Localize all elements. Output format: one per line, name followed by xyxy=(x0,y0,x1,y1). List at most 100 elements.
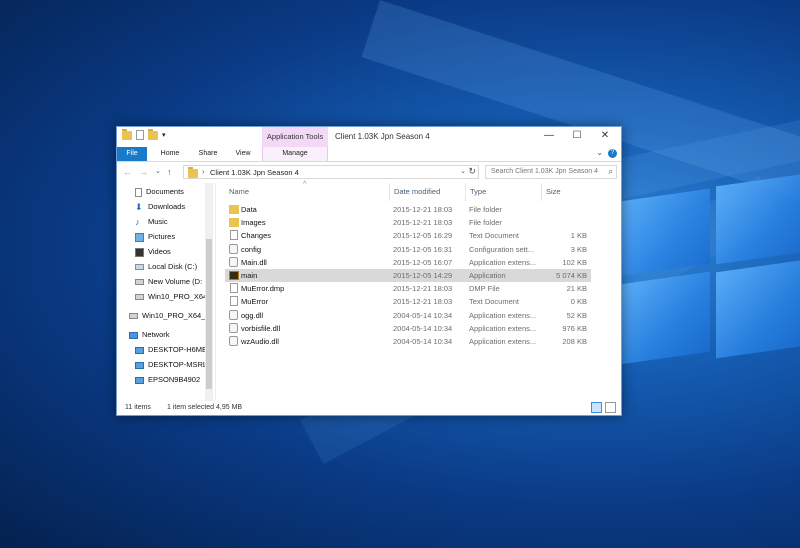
column-header-name[interactable]: Name xyxy=(229,183,389,201)
file-row[interactable]: vorbisfile.dll 2004-05-14 10:34 Applicatio… xyxy=(225,322,591,335)
selection-info: 1 item selected 4,95 MB xyxy=(167,404,243,411)
file-name: config xyxy=(241,244,262,254)
recent-locations-button[interactable]: ⌄ xyxy=(155,166,161,178)
nav-item-downloads[interactable]: ⬇ Downloads xyxy=(135,200,185,214)
file-type: Configuration sett... xyxy=(469,244,535,254)
file-type: Application extens... xyxy=(469,257,537,267)
forward-button[interactable]: → xyxy=(139,166,148,178)
file-date: 2004-05-14 10:34 xyxy=(393,337,453,346)
folder-icon xyxy=(122,128,132,140)
file-name: main xyxy=(241,271,258,280)
file-list-pane: ^ Name Date modified Type Size Data 2015-… xyxy=(217,181,621,401)
minimize-button[interactable]: — xyxy=(535,129,563,143)
file-type: Text Document xyxy=(469,297,520,307)
large-icons-view-button[interactable] xyxy=(605,402,616,413)
file-row[interactable]: Images 2015-12-21 18:03 File folder xyxy=(225,216,591,229)
ribbon-tabs: File Home Share View Manage ⌄ ? xyxy=(117,147,621,162)
address-row: ← → ⌄ ↑ › Client 1.03K Jpn Season 4 ⌄ ↻ … xyxy=(117,164,621,180)
nav-item-desktop-h6me[interactable]: DESKTOP-H6ME xyxy=(135,343,207,357)
pictures-icon xyxy=(135,232,144,242)
maximize-button[interactable]: ☐ xyxy=(563,129,591,143)
dll-icon xyxy=(229,309,238,320)
nav-item-videos[interactable]: Videos xyxy=(135,245,171,259)
config-file-icon xyxy=(229,243,238,254)
address-path: Client 1.03K Jpn Season 4 xyxy=(210,168,299,177)
navigation-pane: Documents ⬇ Downloads ♪ Music Pictures Vid… xyxy=(117,183,216,401)
file-row[interactable]: Main.dll 2015-12-05 16:07 Application exte… xyxy=(225,256,591,269)
usb-drive-icon xyxy=(129,313,138,320)
computer-icon xyxy=(135,361,144,369)
column-header-type[interactable]: Type xyxy=(465,183,540,201)
nav-item-win10-pro-usb[interactable]: Win10_PRO_X64_N xyxy=(129,309,211,323)
file-type: File folder xyxy=(469,205,502,214)
window-title: Client 1.03K Jpn Season 4 xyxy=(335,132,430,141)
close-button[interactable]: ✕ xyxy=(591,129,619,143)
nav-item-local-disk[interactable]: Local Disk (C:) xyxy=(135,260,197,274)
refresh-button[interactable]: ↻ xyxy=(468,166,476,177)
search-input[interactable]: Search Client 1.03K Jpn Season 4 ⌕ xyxy=(485,165,617,179)
nav-item-pictures[interactable]: Pictures xyxy=(135,230,175,244)
file-row[interactable]: config 2015-12-05 16:31 Configuration sett… xyxy=(225,243,591,256)
documents-icon xyxy=(135,187,142,197)
file-row[interactable]: ogg.dll 2004-05-14 10:34 Application exten… xyxy=(225,309,591,322)
file-name: Main.dll xyxy=(241,257,267,267)
file-size: 1 KB xyxy=(570,231,587,241)
file-size: 5 074 KB xyxy=(556,271,587,280)
disk-icon xyxy=(135,264,144,271)
tab-manage[interactable]: Manage xyxy=(262,147,328,161)
file-row[interactable]: MuError.dmp 2015-12-21 18:03 DMP File 21 KB xyxy=(225,282,591,295)
properties-icon[interactable] xyxy=(136,130,144,140)
file-date: 2015-12-21 18:03 xyxy=(393,205,453,214)
title-bar: ▾ Application Tools Client 1.03K Jpn Sea… xyxy=(117,127,621,147)
file-date: 2015-12-05 16:07 xyxy=(393,257,453,267)
file-date: 2004-05-14 10:34 xyxy=(393,310,453,320)
status-bar: 11 items 1 item selected 4,95 MB xyxy=(117,401,621,415)
file-row[interactable]: main 2015-12-05 14:29 Application 5 074 KB xyxy=(225,269,591,282)
help-icon[interactable]: ? xyxy=(608,149,617,158)
ribbon-expand-icon[interactable]: ⌄ xyxy=(596,148,603,157)
nav-item-new-volume[interactable]: New Volume (D: xyxy=(135,275,202,289)
nav-item-network[interactable]: Network xyxy=(129,328,170,342)
column-header-date[interactable]: Date modified xyxy=(389,183,464,201)
nav-item-documents[interactable]: Documents xyxy=(135,185,184,199)
up-button[interactable]: ↑ xyxy=(167,166,172,178)
file-name: MuError.dmp xyxy=(241,284,285,294)
file-date: 2015-12-21 18:03 xyxy=(393,297,453,307)
nav-item-win10-pro[interactable]: Win10_PRO_X64 xyxy=(135,290,207,304)
address-dropdown-icon[interactable]: ⌄ xyxy=(460,167,466,175)
qat-dropdown-icon[interactable]: ▾ xyxy=(162,131,166,139)
file-name: Images xyxy=(241,218,266,228)
application-tools-label: Application Tools xyxy=(262,127,328,147)
tab-file[interactable]: File xyxy=(117,147,147,161)
file-row[interactable]: Data 2015-12-21 18:03 File folder xyxy=(225,203,591,216)
file-name: Data xyxy=(241,205,257,214)
file-date: 2015-12-05 16:31 xyxy=(393,244,453,254)
music-icon: ♪ xyxy=(135,216,140,227)
file-row[interactable]: Changes 2015-12-05 16:29 Text Document 1 KB xyxy=(225,229,591,242)
new-folder-icon[interactable] xyxy=(148,128,158,140)
windows-logo-pane xyxy=(716,173,800,265)
windows-logo-pane xyxy=(716,259,800,359)
nav-item-music[interactable]: ♪ Music xyxy=(135,215,168,229)
column-header-size[interactable]: Size xyxy=(541,183,590,201)
details-view-button[interactable] xyxy=(591,402,602,413)
nav-item-epson[interactable]: EPSON9B4902 xyxy=(135,373,200,387)
file-name: wzAudio.dll xyxy=(241,337,279,346)
file-type: Application extens... xyxy=(469,310,537,320)
file-row[interactable]: MuError 2015-12-21 18:03 Text Document 0 KB xyxy=(225,295,591,308)
back-button[interactable]: ← xyxy=(123,166,132,178)
tab-share[interactable]: Share xyxy=(193,147,223,161)
file-row[interactable]: wzAudio.dll 2004-05-14 10:34 Application e… xyxy=(225,335,591,348)
file-type: File folder xyxy=(469,218,502,228)
nav-item-desktop-msrl[interactable]: DESKTOP-MSRL xyxy=(135,358,207,372)
tab-home[interactable]: Home xyxy=(155,147,185,161)
nav-scrollbar-thumb[interactable] xyxy=(206,239,212,389)
application-icon xyxy=(229,271,239,280)
nav-scrollbar[interactable] xyxy=(205,183,213,401)
address-bar[interactable]: › Client 1.03K Jpn Season 4 ⌄ ↻ xyxy=(183,165,479,179)
item-count: 11 items xyxy=(125,404,151,411)
tab-view[interactable]: View xyxy=(229,147,257,161)
videos-icon xyxy=(135,247,144,257)
file-date: 2015-12-21 18:03 xyxy=(393,218,453,228)
file-size: 208 KB xyxy=(562,337,587,346)
